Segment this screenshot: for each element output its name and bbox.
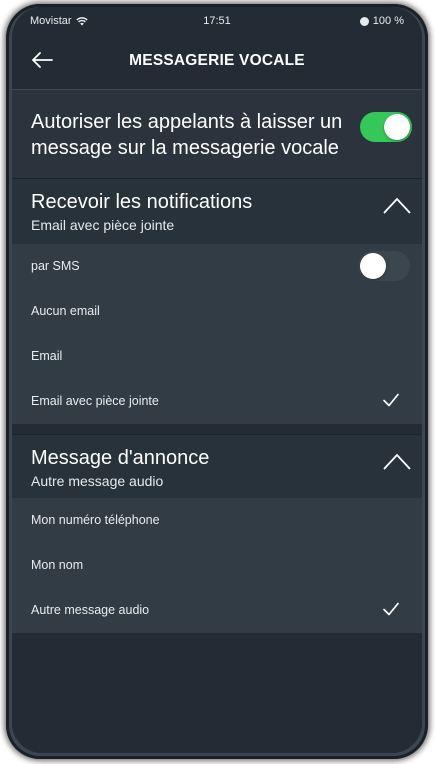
option-label: Aucun email [31, 304, 100, 318]
screen: Movistar 17:51 100 % MESSAGERIE VOCALE A… [12, 7, 422, 753]
option-my-number[interactable]: Mon numéro téléphone [12, 498, 422, 543]
toggle-knob [384, 114, 410, 140]
option-label: Autre message audio [31, 603, 150, 617]
option-label: Email [31, 349, 63, 363]
battery-level: 100 % [372, 15, 404, 27]
allow-voicemail-label: Autoriser les appelants à laisser un mes… [31, 111, 343, 159]
chevron-up-icon[interactable] [382, 195, 412, 215]
option-label: Email avec pièce jointe [31, 394, 159, 408]
allow-voicemail-toggle[interactable] [360, 112, 412, 142]
notifications-selected-value: Email avec pièce jointe [31, 217, 175, 233]
notifications-title: Recevoir les notifications [31, 191, 253, 213]
alarm-icon [359, 16, 369, 26]
option-label: Mon numéro téléphone [31, 513, 160, 527]
option-email-attachment[interactable]: Email avec pièce jointe [12, 379, 422, 424]
checkmark-icon [383, 393, 399, 407]
empty-area [12, 633, 422, 753]
notifications-section-header[interactable]: Recevoir les notifications Email avec pi… [12, 178, 422, 244]
checkmark-icon [383, 602, 399, 616]
status-bar: Movistar 17:51 100 % [12, 7, 422, 33]
header: MESSAGERIE VOCALE [12, 33, 422, 89]
option-my-name[interactable]: Mon nom [12, 543, 422, 588]
announcement-section-header[interactable]: Message d'annonce Autre message audio [12, 434, 422, 500]
phone-frame: Movistar 17:51 100 % MESSAGERIE VOCALE A… [6, 4, 428, 759]
option-label: Mon nom [31, 558, 84, 572]
toggle-knob [360, 253, 386, 279]
option-email[interactable]: Email [12, 334, 422, 379]
allow-voicemail-row: Autoriser les appelants à laisser un mes… [12, 90, 422, 178]
option-label: par SMS [31, 259, 80, 273]
chevron-up-icon[interactable] [382, 451, 412, 471]
status-right: 100 % [359, 15, 404, 27]
announcement-title: Message d'annonce [31, 447, 210, 469]
announcement-options: Mon numéro téléphone Mon nom Autre messa… [12, 498, 422, 633]
notifications-options: par SMS Aucun email Email Email avec piè… [12, 244, 422, 424]
sms-toggle[interactable] [358, 251, 410, 281]
option-other-audio[interactable]: Autre message audio [12, 588, 422, 633]
option-no-email[interactable]: Aucun email [12, 289, 422, 334]
page-title: MESSAGERIE VOCALE [129, 52, 305, 69]
announcement-selected-value: Autre message audio [31, 473, 164, 489]
option-sms[interactable]: par SMS [12, 244, 422, 289]
